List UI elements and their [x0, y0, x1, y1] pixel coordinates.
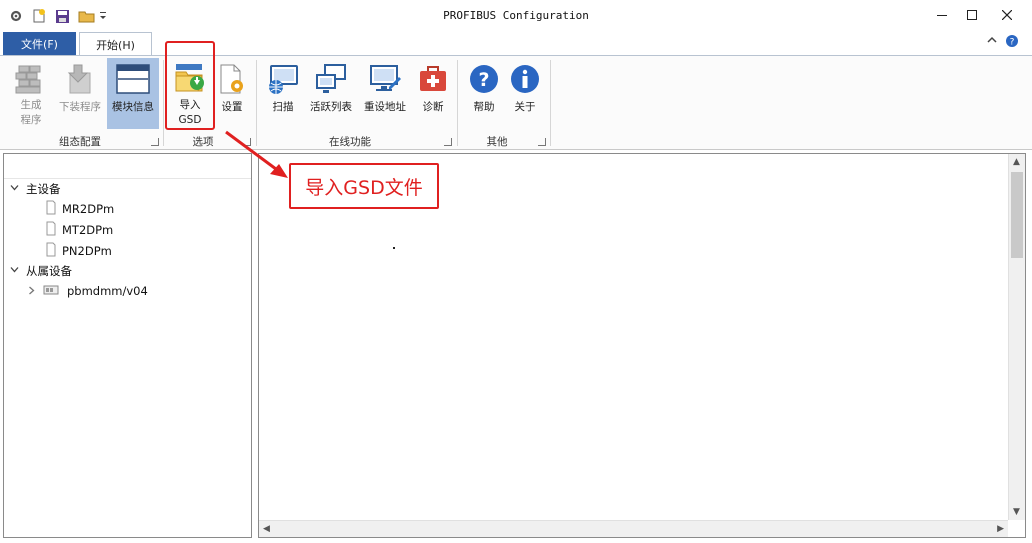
about-label: 关于 [514, 101, 536, 113]
tree-item-label: MT2DPm [62, 223, 114, 237]
diagnostic-label: 诊断 [422, 101, 444, 113]
download-program-icon [63, 62, 97, 96]
group-label-config: 组态配置 [59, 136, 101, 148]
active-list-button[interactable]: 活跃列表 [306, 58, 356, 128]
tree-item-mr2dpm[interactable]: MR2DPm [46, 199, 114, 219]
module-info-label: 模块信息 [112, 101, 154, 113]
highlight-import-gsd [165, 41, 215, 130]
device-file-icon [46, 221, 56, 239]
info-icon [508, 62, 542, 96]
group-launcher-online[interactable] [444, 138, 452, 146]
annotation-arrow [225, 130, 288, 178]
download-program-label: 下装程序 [59, 101, 101, 113]
ribbon-tab-row: 文件(F) 开始(H) ? [0, 32, 1032, 56]
tree-item-mt2dpm[interactable]: MT2DPm [46, 220, 113, 240]
module-info-button[interactable]: 模块信息 [107, 58, 159, 129]
settings-button[interactable]: 设置 [214, 58, 250, 128]
download-program-button[interactable]: 下装程序 [56, 58, 104, 128]
settings-file-icon [215, 62, 249, 96]
maximize-button[interactable] [958, 4, 986, 26]
cursor-dot [393, 247, 395, 249]
chevron-right-icon[interactable] [28, 284, 35, 298]
help-button[interactable]: ? 帮助 [466, 58, 502, 128]
device-file-icon [46, 242, 56, 260]
svg-text:?: ? [478, 69, 489, 91]
close-button[interactable] [993, 4, 1021, 26]
group-divider [163, 60, 164, 146]
about-button[interactable]: 关于 [507, 58, 543, 128]
device-tree-panel: 主设备 MR2DPm MT2DPm PN2DPm 从属设备 pbmdmm/v04 [3, 153, 252, 538]
collapse-ribbon-icon[interactable] [987, 35, 997, 48]
group-launcher-config[interactable] [151, 138, 159, 146]
tab-file[interactable]: 文件(F) [3, 32, 76, 55]
scroll-up-icon[interactable]: ▲ [1013, 157, 1020, 167]
active-list-label: 活跃列表 [310, 101, 352, 113]
settings-label: 设置 [221, 101, 243, 113]
diagnostic-button[interactable]: 诊断 [414, 58, 452, 128]
annotation-label: 导入GSD文件 [289, 163, 439, 209]
minimize-button[interactable] [928, 4, 956, 26]
group-label-online: 在线功能 [329, 136, 371, 148]
scroll-left-icon[interactable]: ◀ [263, 524, 270, 534]
reset-address-icon [368, 62, 402, 96]
scroll-thumb[interactable] [1011, 172, 1023, 258]
bricks-icon [14, 62, 48, 94]
group-label-other: 其他 [486, 136, 508, 148]
diagnostic-kit-icon [416, 62, 450, 96]
chevron-down-icon[interactable] [8, 265, 20, 277]
help-circle-icon[interactable]: ? [1005, 34, 1019, 51]
help-label: 帮助 [473, 101, 495, 113]
svg-text:?: ? [1010, 38, 1015, 48]
tab-home[interactable]: 开始(H) [79, 32, 152, 56]
active-list-icon [314, 62, 348, 96]
scan-label: 扫描 [272, 101, 294, 113]
tree-item-label: pbmdmm/v04 [67, 284, 148, 298]
tree-node-label: 主设备 [26, 182, 61, 196]
chevron-down-icon[interactable] [8, 183, 20, 195]
group-divider [550, 60, 551, 146]
generate-program-button[interactable]: 生成 程序 [8, 58, 54, 128]
tree-node-slave-devices[interactable]: 从属设备 [8, 261, 72, 281]
help-icon: ? [467, 62, 501, 96]
window-title: PROFIBUS Configuration [443, 9, 589, 22]
tree-header [4, 154, 251, 179]
reset-address-label: 重设地址 [364, 101, 406, 113]
workspace-panel: ▲ ▼ ◀ ▶ [258, 153, 1026, 538]
tree-item-label: PN2DPm [62, 244, 112, 258]
module-info-icon [116, 62, 150, 96]
tree-node-label: 从属设备 [26, 264, 72, 278]
scan-network-icon [266, 62, 300, 96]
ribbon-panel: 生成 程序 下装程序 模块信息 组态配置 导入 GSD 设置 选项 扫描 活跃列… [0, 55, 1032, 150]
reset-address-button[interactable]: 重设地址 [360, 58, 410, 128]
tree-item-pn2dpm[interactable]: PN2DPm [46, 241, 112, 261]
scroll-down-icon[interactable]: ▼ [1013, 507, 1020, 517]
group-divider [457, 60, 458, 146]
vertical-scrollbar[interactable]: ▲ ▼ [1008, 154, 1025, 520]
group-launcher-other[interactable] [538, 138, 546, 146]
generate-program-label: 生成 程序 [20, 99, 42, 126]
scroll-right-icon[interactable]: ▶ [997, 524, 1004, 534]
slave-module-icon [43, 284, 59, 299]
horizontal-scrollbar[interactable]: ◀ ▶ [259, 520, 1008, 537]
tree-item-label: MR2DPm [62, 202, 115, 216]
scan-button[interactable]: 扫描 [263, 58, 303, 128]
title-bar: PROFIBUS Configuration [0, 0, 1032, 32]
tree-node-master-devices[interactable]: 主设备 [8, 179, 61, 199]
device-file-icon [46, 200, 56, 218]
tree-item-pbmdmm[interactable]: pbmdmm/v04 [28, 281, 148, 301]
